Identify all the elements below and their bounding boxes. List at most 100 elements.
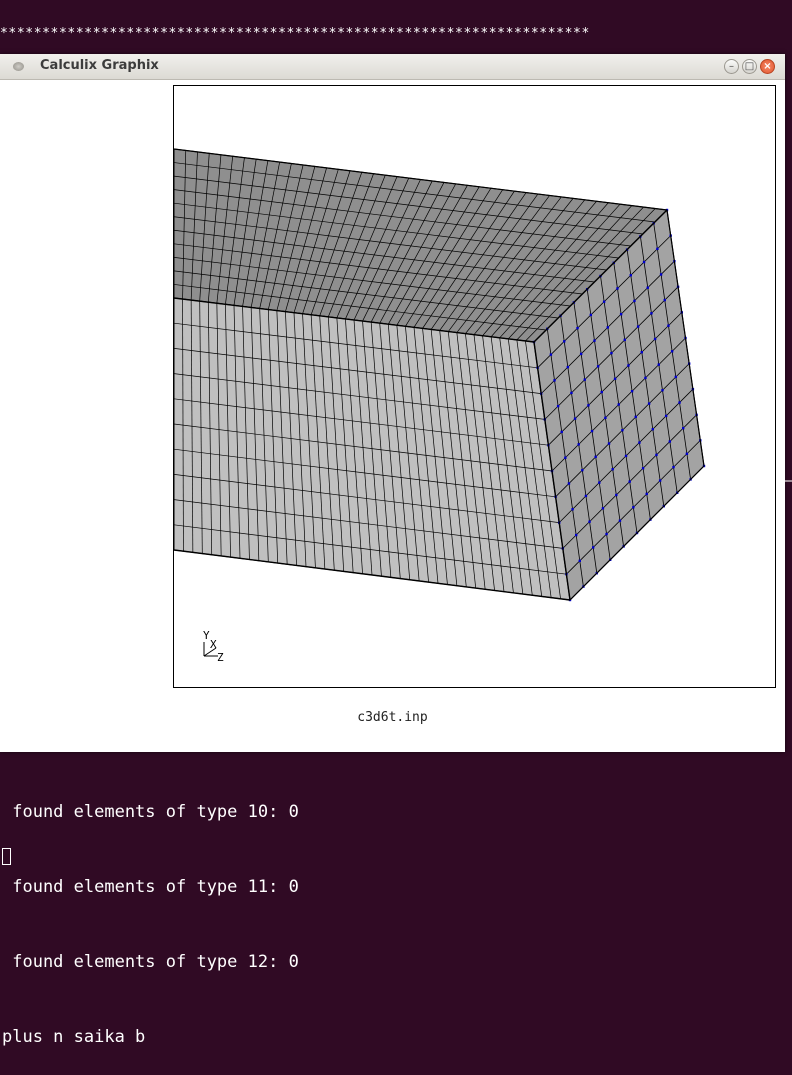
mesh-node [657, 363, 660, 366]
mesh-node [667, 324, 670, 327]
axis-label-y: Y [203, 629, 210, 642]
mesh-node [593, 339, 596, 342]
window-title: Calculix Graphix [40, 58, 159, 73]
mesh-node [663, 298, 666, 302]
mesh-node [636, 325, 640, 328]
mesh-node [587, 404, 590, 407]
mesh-node [642, 260, 646, 264]
mesh-node [601, 507, 605, 510]
mesh-node [611, 468, 614, 471]
mesh-node [590, 429, 594, 433]
mesh-node [615, 493, 618, 497]
mesh-node [616, 287, 619, 290]
window-titlebar[interactable]: Calculix Graphix – □ × [0, 54, 785, 80]
mesh-node [664, 414, 668, 418]
mesh-node [607, 442, 611, 445]
mesh-node [578, 559, 581, 563]
mesh-node [659, 273, 663, 276]
axis-label-z: Z [217, 651, 224, 664]
mesh-node [581, 468, 584, 472]
mesh-node [549, 353, 553, 356]
mesh-node [629, 274, 632, 277]
mesh-node [584, 494, 588, 498]
mesh-node [647, 402, 651, 405]
mesh-node [623, 338, 626, 342]
terminal-separator: ****************************************… [0, 26, 590, 41]
mesh-node [619, 312, 623, 316]
axis-label-x: X [210, 638, 217, 651]
mesh-node [563, 340, 566, 343]
mesh-node [651, 428, 654, 431]
mesh-node [606, 326, 609, 329]
mesh-node [668, 440, 672, 443]
mesh-node [589, 313, 593, 317]
mesh-node [617, 403, 620, 406]
mesh-node [564, 456, 567, 459]
mesh-node [658, 479, 662, 482]
axis-triad-icon: Y X Z [203, 629, 224, 664]
mesh-node [596, 365, 600, 368]
mesh-model [174, 148, 706, 602]
mesh-node [613, 377, 617, 380]
mesh-node [641, 467, 645, 470]
mesh-node [633, 299, 636, 303]
mesh-node [650, 312, 653, 315]
mesh-node [600, 390, 603, 394]
terminal-line: found elements of type 11: 0 [2, 877, 299, 897]
mesh-node [653, 337, 657, 341]
mesh-node [645, 492, 648, 496]
mesh-node [634, 415, 637, 419]
mesh-node [567, 482, 571, 485]
calculix-window[interactable]: Calculix Graphix – □ × Y X Z c3d6t.inp [0, 54, 785, 752]
mesh-node [605, 532, 608, 536]
maximize-button[interactable]: □ [742, 59, 757, 74]
mesh-node [571, 508, 574, 511]
mesh-node [573, 417, 577, 420]
mesh-node [678, 401, 681, 404]
mesh-node [638, 441, 641, 444]
window-menu-icon[interactable] [13, 62, 24, 71]
terminal-prompt-line[interactable]: plus n saika b [2, 1025, 299, 1050]
mesh-node [604, 416, 607, 419]
mesh-node [655, 453, 658, 457]
close-button[interactable]: × [760, 59, 775, 74]
mesh-node [644, 376, 647, 380]
mesh-node [583, 378, 586, 381]
mesh-node [632, 506, 635, 509]
mesh-node [556, 404, 560, 408]
mesh-node [594, 455, 597, 459]
mesh-node [574, 533, 578, 537]
mesh-node [624, 454, 628, 458]
mesh-node [685, 452, 689, 455]
mesh-node [560, 430, 563, 434]
mesh-node [577, 443, 580, 446]
graphics-viewport[interactable]: Y X Z [173, 85, 776, 688]
terminal-line: found elements of type 12: 0 [2, 952, 299, 972]
mesh-node [656, 247, 659, 251]
mesh-node [576, 326, 579, 330]
mesh-node [598, 481, 601, 484]
mesh-node [630, 390, 634, 393]
window-edge-marker [785, 480, 792, 482]
terminal-cursor [2, 848, 11, 865]
mesh-node [661, 389, 664, 392]
mesh-node [640, 351, 643, 354]
mesh-node [674, 375, 678, 379]
mesh-node [628, 480, 631, 483]
mesh-node [591, 546, 595, 549]
mesh-node [579, 352, 583, 356]
mesh-node [602, 300, 606, 303]
mesh-node [618, 519, 622, 522]
mesh-node [621, 429, 624, 432]
terminal-output: found elements of type 10: 0 found eleme… [2, 750, 299, 1075]
terminal-line: found elements of type 10: 0 [2, 802, 299, 822]
mesh-node [566, 365, 570, 369]
mesh-node [588, 520, 591, 523]
mesh-node [570, 391, 573, 395]
mesh-node [670, 350, 674, 353]
model-filename: c3d6t.inp [357, 710, 428, 725]
mesh-node [553, 379, 556, 382]
mesh-node [610, 351, 613, 355]
minimize-button[interactable]: – [724, 59, 739, 74]
mesh-node [627, 364, 630, 367]
